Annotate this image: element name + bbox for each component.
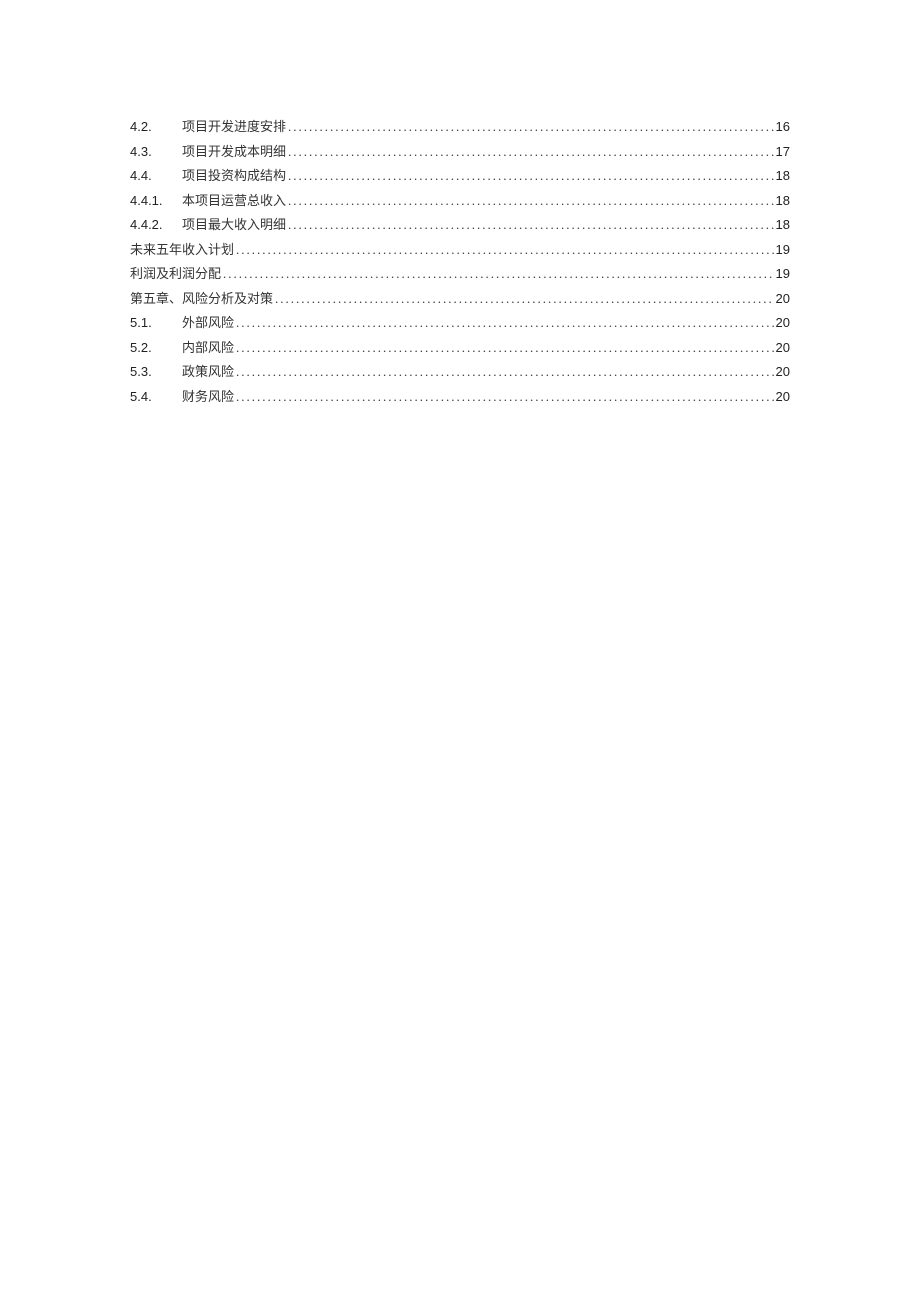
toc-leader-dots bbox=[288, 213, 774, 238]
toc-title: 内部风险 bbox=[182, 336, 234, 361]
toc-number: 5.3. bbox=[130, 360, 182, 385]
toc-leader-dots bbox=[236, 238, 774, 263]
toc-number: 4.2. bbox=[130, 115, 182, 140]
toc-page-number: 19 bbox=[776, 262, 790, 287]
toc-title: 项目最大收入明细 bbox=[182, 213, 286, 238]
toc-number: 4.3. bbox=[130, 140, 182, 165]
toc-number: 4.4.2. bbox=[130, 213, 182, 238]
toc-entry: 5.2. 内部风险 20 bbox=[130, 336, 790, 361]
toc-title: 政策风险 bbox=[182, 360, 234, 385]
toc-leader-dots bbox=[236, 311, 774, 336]
toc-leader-dots bbox=[236, 360, 774, 385]
toc-leader-dots bbox=[288, 115, 774, 140]
toc-title: 项目投资构成结构 bbox=[182, 164, 286, 189]
toc-page-number: 20 bbox=[776, 385, 790, 410]
toc-entry: 5.4. 财务风险 20 bbox=[130, 385, 790, 410]
toc-page-number: 18 bbox=[776, 213, 790, 238]
toc-title: 项目开发成本明细 bbox=[182, 140, 286, 165]
toc-page-number: 20 bbox=[776, 336, 790, 361]
toc-title: 利润及利润分配 bbox=[130, 262, 221, 287]
toc-number: 4.4.1. bbox=[130, 189, 182, 214]
toc-title: 财务风险 bbox=[182, 385, 234, 410]
toc-page-number: 16 bbox=[776, 115, 790, 140]
toc-title: 项目开发进度安排 bbox=[182, 115, 286, 140]
toc-leader-dots bbox=[223, 262, 774, 287]
toc-page-number: 20 bbox=[776, 360, 790, 385]
toc-entry: 5.3. 政策风险 20 bbox=[130, 360, 790, 385]
toc-title: 第五章、风险分析及对策 bbox=[130, 287, 273, 312]
toc-page-number: 18 bbox=[776, 189, 790, 214]
toc-leader-dots bbox=[288, 140, 774, 165]
toc-number: 4.4. bbox=[130, 164, 182, 189]
toc-leader-dots bbox=[275, 287, 774, 312]
toc-entry: 未来五年收入计划 19 bbox=[130, 238, 790, 263]
toc-title: 本项目运营总收入 bbox=[182, 189, 286, 214]
toc-entry: 4.4. 项目投资构成结构 18 bbox=[130, 164, 790, 189]
toc-number: 5.4. bbox=[130, 385, 182, 410]
toc-number: 5.2. bbox=[130, 336, 182, 361]
toc-entry: 4.2. 项目开发进度安排 16 bbox=[130, 115, 790, 140]
toc-entry: 4.4.2. 项目最大收入明细 18 bbox=[130, 213, 790, 238]
toc-leader-dots bbox=[288, 164, 774, 189]
toc-page-number: 17 bbox=[776, 140, 790, 165]
toc-page-number: 20 bbox=[776, 287, 790, 312]
toc-number: 5.1. bbox=[130, 311, 182, 336]
toc-page-number: 20 bbox=[776, 311, 790, 336]
toc-leader-dots bbox=[236, 385, 774, 410]
toc-entry: 4.4.1. 本项目运营总收入 18 bbox=[130, 189, 790, 214]
toc-entry: 利润及利润分配 19 bbox=[130, 262, 790, 287]
toc-entry: 4.3. 项目开发成本明细 17 bbox=[130, 140, 790, 165]
toc-entry: 第五章、风险分析及对策 20 bbox=[130, 287, 790, 312]
toc-page: 4.2. 项目开发进度安排 16 4.3. 项目开发成本明细 17 4.4. 项… bbox=[0, 0, 920, 409]
toc-leader-dots bbox=[236, 336, 774, 361]
toc-title: 外部风险 bbox=[182, 311, 234, 336]
toc-page-number: 18 bbox=[776, 164, 790, 189]
toc-entry: 5.1. 外部风险 20 bbox=[130, 311, 790, 336]
toc-page-number: 19 bbox=[776, 238, 790, 263]
toc-leader-dots bbox=[288, 189, 774, 214]
toc-title: 未来五年收入计划 bbox=[130, 238, 234, 263]
